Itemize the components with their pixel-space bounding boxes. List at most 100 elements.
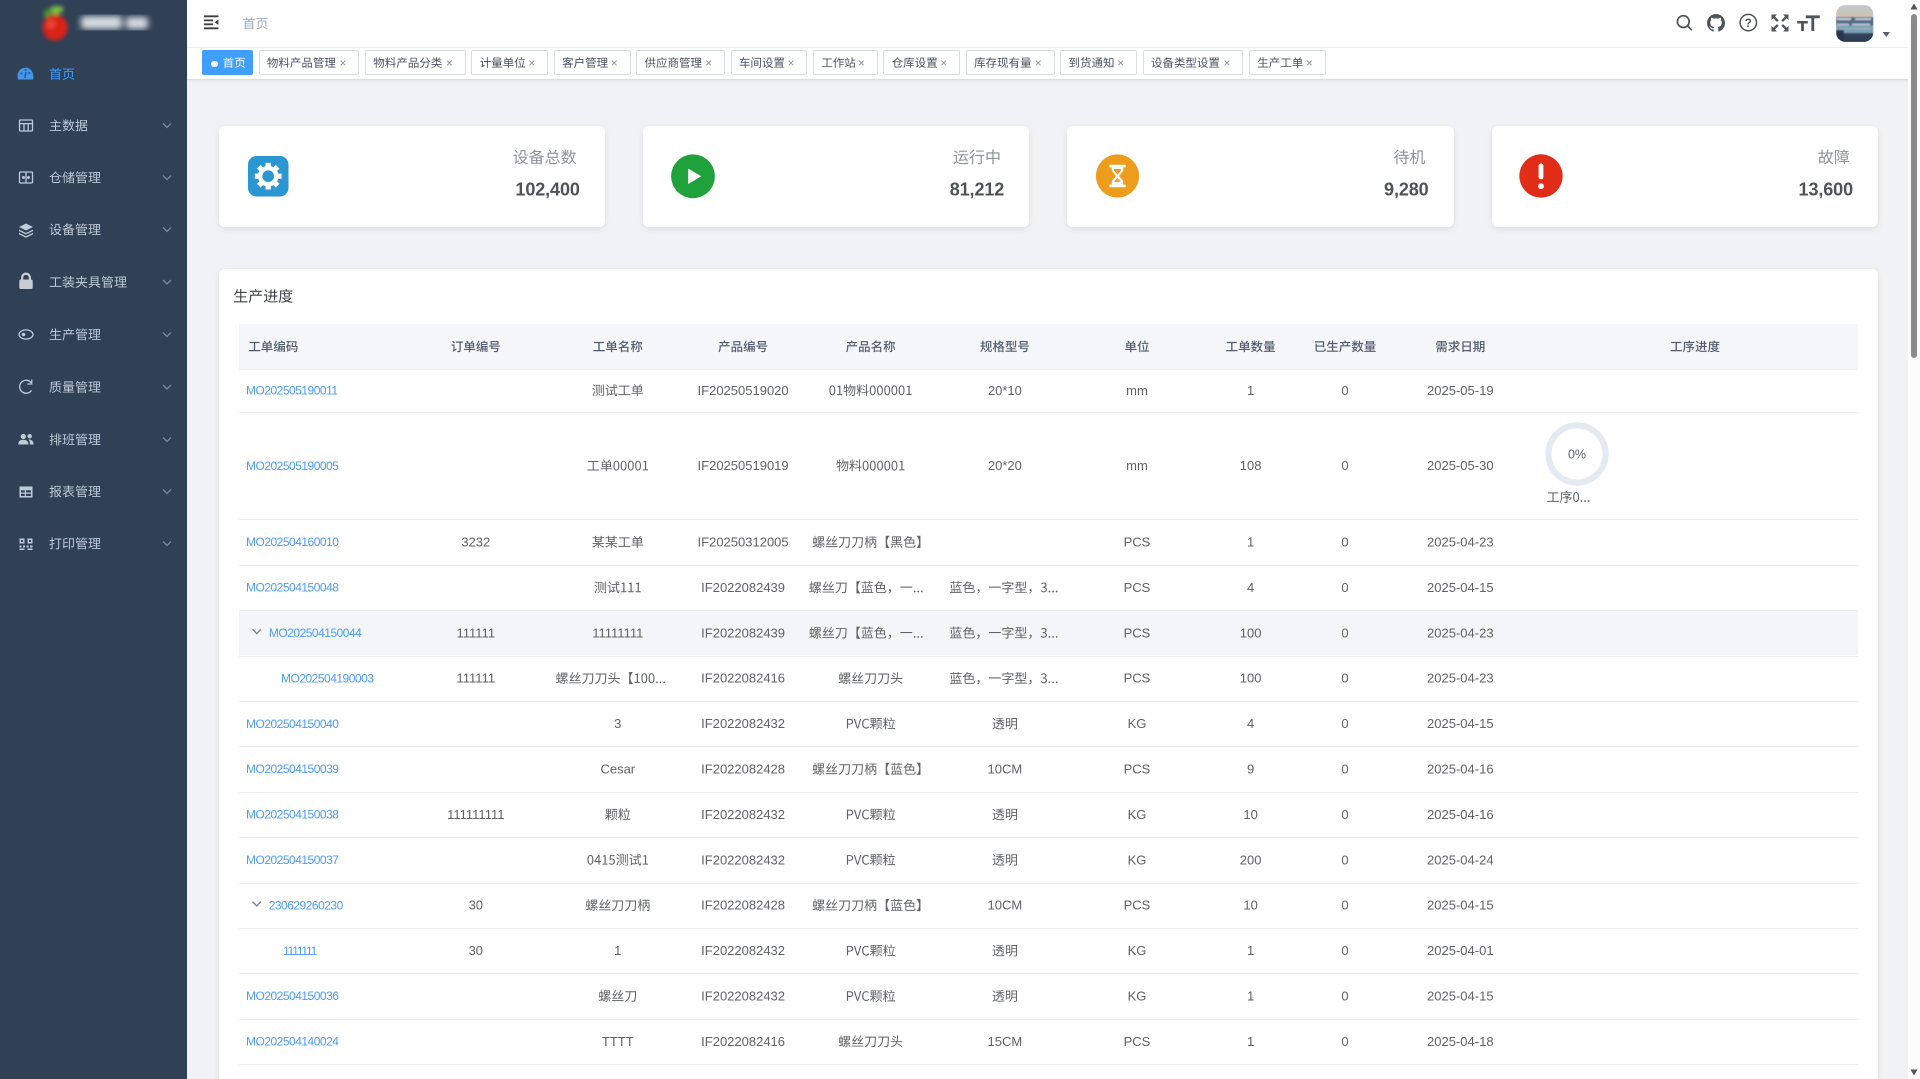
svg-text:30: 30 <box>469 943 483 958</box>
svg-text:3: 3 <box>614 716 621 731</box>
svg-text:2025-04-16: 2025-04-16 <box>1427 807 1494 822</box>
svg-text:IF20250519019: IF20250519019 <box>698 458 789 473</box>
svg-text:0: 0 <box>1341 852 1348 867</box>
svg-text:2025-04-01: 2025-04-01 <box>1427 943 1494 958</box>
svg-text:10CM: 10CM <box>988 898 1023 913</box>
svg-text:2025-04-15: 2025-04-15 <box>1427 989 1494 1004</box>
svg-text:MO202504160010: MO202504160010 <box>246 535 339 549</box>
svg-text:IF2022082439: IF2022082439 <box>701 580 785 595</box>
svg-text:0: 0 <box>1341 898 1348 913</box>
svg-text:3232: 3232 <box>461 535 490 550</box>
svg-text:1: 1 <box>1247 943 1254 958</box>
svg-text:MO202505190005: MO202505190005 <box>246 459 339 473</box>
svg-text:×: × <box>1035 56 1042 70</box>
svg-text:10: 10 <box>1243 898 1257 913</box>
svg-text:×: × <box>858 56 865 70</box>
svg-text:MO202504140024: MO202504140024 <box>246 1035 339 1049</box>
svg-text:IF20250519020: IF20250519020 <box>698 383 789 398</box>
svg-text:KG: KG <box>1128 989 1147 1004</box>
svg-text:MO202504150037: MO202504150037 <box>246 853 339 867</box>
svg-text:30: 30 <box>469 898 483 913</box>
svg-text:MO202504150039: MO202504150039 <box>246 762 339 776</box>
svg-text:PCS: PCS <box>1124 762 1151 777</box>
svg-text:MO202504150038: MO202504150038 <box>246 808 339 822</box>
svg-text:×: × <box>1223 56 1230 70</box>
svg-text:×: × <box>528 56 535 70</box>
svg-text:IF2022082416: IF2022082416 <box>701 671 785 686</box>
svg-text:0: 0 <box>1341 535 1348 550</box>
svg-text:0: 0 <box>1341 1034 1348 1049</box>
svg-text:1: 1 <box>1247 535 1254 550</box>
svg-text:230629260230: 230629260230 <box>269 898 344 912</box>
svg-text:0: 0 <box>1341 625 1348 640</box>
svg-text:11111111: 11111111 <box>592 625 643 640</box>
svg-text:MO202504150040: MO202504150040 <box>246 717 339 731</box>
svg-text:0: 0 <box>1341 989 1348 1004</box>
svg-text:0: 0 <box>1341 383 1348 398</box>
svg-text:×: × <box>339 56 346 70</box>
svg-text:IF2022082416: IF2022082416 <box>701 1034 785 1049</box>
svg-text:mm: mm <box>1126 458 1148 473</box>
svg-text:PCS: PCS <box>1124 625 1151 640</box>
svg-text:2025-04-15: 2025-04-15 <box>1427 580 1494 595</box>
svg-text:PCS: PCS <box>1124 580 1151 595</box>
svg-text:×: × <box>705 56 712 70</box>
svg-text:2025-05-30: 2025-05-30 <box>1427 458 1494 473</box>
svg-text:×: × <box>1117 56 1124 70</box>
svg-text:111111: 111111 <box>457 671 496 686</box>
svg-text:15CM: 15CM <box>988 1034 1023 1049</box>
svg-text:10: 10 <box>1243 807 1257 822</box>
svg-text:0%: 0% <box>1568 447 1586 461</box>
svg-text:1: 1 <box>614 943 621 958</box>
svg-text:IF2022082428: IF2022082428 <box>701 898 785 913</box>
svg-text:0: 0 <box>1341 807 1348 822</box>
svg-text:2025-04-15: 2025-04-15 <box>1427 898 1494 913</box>
svg-text:KG: KG <box>1128 852 1147 867</box>
svg-text:×: × <box>940 56 947 70</box>
svg-text:2025-04-16: 2025-04-16 <box>1427 762 1494 777</box>
svg-text:IF2022082428: IF2022082428 <box>701 762 785 777</box>
svg-text:×: × <box>787 56 794 70</box>
svg-text:TTTT: TTTT <box>602 1034 634 1049</box>
svg-text:20*10: 20*10 <box>988 383 1022 398</box>
svg-text:IF2022082432: IF2022082432 <box>701 716 785 731</box>
svg-text:0: 0 <box>1341 716 1348 731</box>
svg-text:13,600: 13,600 <box>1799 179 1854 199</box>
svg-text:MO202504150044: MO202504150044 <box>269 626 362 640</box>
svg-text:4: 4 <box>1247 716 1254 731</box>
svg-text:KG: KG <box>1128 716 1147 731</box>
svg-text:0: 0 <box>1341 671 1348 686</box>
svg-text:PCS: PCS <box>1124 535 1151 550</box>
svg-text:×: × <box>446 56 453 70</box>
svg-text:200: 200 <box>1240 852 1262 867</box>
svg-text:MO202504150036: MO202504150036 <box>246 989 339 1003</box>
svg-text:2025-04-18: 2025-04-18 <box>1427 1034 1494 1049</box>
svg-text:KG: KG <box>1128 807 1147 822</box>
svg-text:2025-04-15: 2025-04-15 <box>1427 716 1494 731</box>
svg-text:10CM: 10CM <box>988 762 1023 777</box>
svg-text:IF2022082432: IF2022082432 <box>701 989 785 1004</box>
svg-text:2025-04-24: 2025-04-24 <box>1427 852 1494 867</box>
svg-text:MO202504150048: MO202504150048 <box>246 581 339 595</box>
svg-text:IF2022082439: IF2022082439 <box>701 625 785 640</box>
svg-text:9,280: 9,280 <box>1384 179 1429 199</box>
svg-text:111111111: 111111111 <box>447 807 504 822</box>
svg-text:111111: 111111 <box>457 625 496 640</box>
svg-text:mm: mm <box>1126 383 1148 398</box>
svg-text:?: ? <box>1745 18 1752 30</box>
svg-text:PCS: PCS <box>1124 1034 1151 1049</box>
svg-text:100: 100 <box>1240 671 1262 686</box>
svg-text:PCS: PCS <box>1124 671 1151 686</box>
svg-text:2025-04-23: 2025-04-23 <box>1427 535 1494 550</box>
svg-text:IF2022082432: IF2022082432 <box>701 943 785 958</box>
svg-text:0: 0 <box>1341 580 1348 595</box>
svg-text:108: 108 <box>1240 458 1262 473</box>
svg-text:0: 0 <box>1341 458 1348 473</box>
svg-text:1: 1 <box>1247 989 1254 1004</box>
svg-text:IF20250312005: IF20250312005 <box>698 535 789 550</box>
svg-text:IF2022082432: IF2022082432 <box>701 807 785 822</box>
svg-text:81,212: 81,212 <box>950 179 1005 199</box>
svg-text:KG: KG <box>1128 943 1147 958</box>
svg-text:0: 0 <box>1341 762 1348 777</box>
svg-text:0: 0 <box>1341 943 1348 958</box>
